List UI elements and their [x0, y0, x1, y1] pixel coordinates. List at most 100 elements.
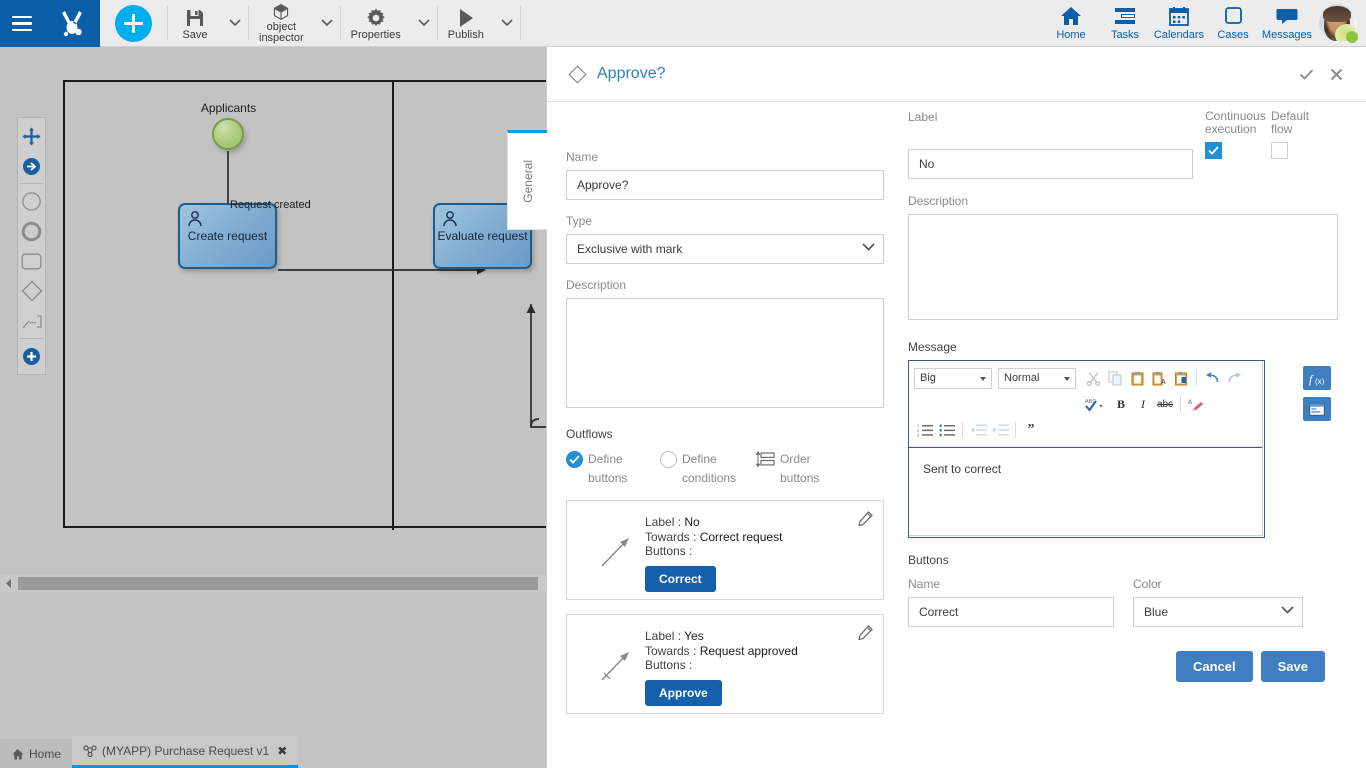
nav-home-label: Home [1056, 29, 1085, 41]
properties-dropdown-caret[interactable] [411, 0, 437, 46]
button-color-value[interactable]: Blue [1133, 597, 1303, 627]
continuous-execution-checkbox[interactable] [1205, 142, 1222, 159]
font-style-select[interactable]: Normal [998, 368, 1076, 389]
outflow-towards-key: Towards : [645, 530, 696, 544]
copy-icon[interactable] [1104, 367, 1126, 389]
blockquote-icon[interactable]: ” [1020, 419, 1042, 441]
properties-button[interactable]: Properties [341, 0, 411, 46]
cut-scissors-icon[interactable] [1082, 367, 1104, 389]
plus-icon[interactable] [115, 5, 152, 42]
properties-label: Properties [351, 30, 401, 41]
outflow-button-approve[interactable]: Approve [645, 680, 722, 706]
add-element-icon[interactable] [18, 341, 45, 371]
remove-format-icon[interactable]: A [1185, 393, 1207, 415]
start-event-circle-icon[interactable] [18, 186, 45, 216]
move-arrows-icon[interactable] [18, 121, 45, 151]
mode-order-buttons[interactable]: Order buttons [756, 450, 846, 488]
scrollbar-thumb[interactable] [18, 577, 538, 590]
add-button-wrap [100, 0, 167, 46]
outflow-towards-value: Request approved [700, 644, 798, 658]
connector-arrow-icon[interactable] [18, 151, 45, 181]
button-name-input[interactable] [908, 597, 1114, 627]
task-rounded-rect-icon[interactable] [18, 246, 45, 276]
mode-define-conditions[interactable]: Define conditions [660, 450, 756, 488]
numbered-list-icon[interactable]: 123 [914, 419, 936, 441]
paste-as-text-icon[interactable]: A [1148, 367, 1170, 389]
publish-dropdown-caret[interactable] [494, 0, 520, 46]
start-event-node[interactable] [212, 118, 244, 150]
type-select[interactable]: Exclusive with mark [566, 234, 884, 264]
outflow-card[interactable]: Label : No Towards : Correct request But… [566, 500, 884, 600]
paste-from-word-icon[interactable] [1170, 367, 1192, 389]
spellcheck-icon[interactable]: ABC [1080, 393, 1110, 415]
button-color-select[interactable]: Blue [1133, 597, 1303, 627]
bottom-tab-purchase-request[interactable]: (MYAPP) Purchase Request v1 ✖ [72, 736, 298, 768]
pencil-icon[interactable] [858, 511, 873, 526]
bulleted-list-icon[interactable] [936, 419, 958, 441]
paste-icon[interactable] [1126, 367, 1148, 389]
cancel-button[interactable]: Cancel [1176, 651, 1253, 682]
scroll-left-icon[interactable] [3, 578, 14, 589]
nav-cases[interactable]: Cases [1206, 0, 1260, 46]
indent-icon[interactable] [989, 419, 1011, 441]
pencil-icon[interactable] [858, 625, 873, 640]
object-inspector-dropdown-caret[interactable] [314, 0, 340, 46]
undo-icon[interactable] [1201, 367, 1223, 389]
italic-icon[interactable]: I [1132, 393, 1154, 415]
label-input[interactable] [908, 149, 1193, 179]
top-nav: Home Tasks Calendars [1044, 0, 1366, 46]
mode-define-buttons[interactable]: Define buttons [566, 450, 660, 488]
default-flow-checkbox[interactable] [1271, 142, 1288, 159]
task-create-request[interactable]: Create request [178, 203, 277, 269]
object-inspector-button[interactable]: object inspector [249, 0, 314, 46]
page-title: Approve? [597, 65, 666, 83]
description-textarea[interactable] [566, 298, 884, 408]
tasks-list-icon [1113, 5, 1137, 27]
bottom-tab-label: (MYAPP) Purchase Request v1 [102, 744, 269, 758]
save-dropdown-caret[interactable] [222, 0, 248, 46]
confirm-check-icon[interactable] [1291, 59, 1321, 89]
name-input[interactable] [566, 170, 884, 200]
save-button[interactable]: Save [1261, 651, 1325, 682]
chevron-down-icon [321, 19, 333, 27]
nav-calendars[interactable]: Calendars [1152, 0, 1206, 46]
redo-icon[interactable] [1223, 367, 1245, 389]
outdent-icon[interactable] [967, 419, 989, 441]
gateway-diamond-icon[interactable] [18, 276, 45, 306]
avatar[interactable] [1314, 0, 1362, 46]
panel-tab-general[interactable]: General [507, 130, 547, 230]
bottom-tab-close-icon[interactable]: ✖ [277, 744, 287, 758]
end-event-circle-icon[interactable] [18, 216, 45, 246]
outflow-button-correct[interactable]: Correct [645, 566, 716, 592]
message-editor-body[interactable]: Sent to correct [909, 447, 1262, 535]
editor-divider [1196, 370, 1197, 386]
chevron-down-icon [418, 19, 430, 27]
save-button[interactable]: Save [168, 0, 222, 46]
nav-home[interactable]: Home [1044, 0, 1098, 46]
right-description-textarea[interactable] [908, 214, 1338, 320]
hamburger-icon[interactable] [12, 16, 32, 31]
continuous-execution-field: Continuous execution [1205, 110, 1259, 159]
type-select-value[interactable]: Exclusive with mark [566, 234, 884, 264]
font-size-value: Big [920, 372, 936, 384]
close-icon[interactable] [1321, 59, 1351, 89]
function-fx-icon[interactable]: f(x) [1303, 366, 1331, 390]
diagram-canvas[interactable]: Applicants Create request Eva [0, 47, 546, 735]
strikethrough-icon[interactable]: abc [1154, 393, 1176, 415]
nav-messages[interactable]: Messages [1260, 0, 1314, 46]
publish-button[interactable]: Publish [438, 0, 494, 46]
nav-cases-label: Cases [1217, 29, 1248, 41]
association-line-icon[interactable] [18, 306, 45, 336]
insert-field-icon[interactable] [1303, 397, 1331, 421]
outflow-card[interactable]: Label : Yes Towards : Request approved B… [566, 614, 884, 714]
font-size-select[interactable]: Big [914, 368, 992, 389]
panel-right-column: Label Continuous execution Default flow … [908, 110, 1348, 682]
bpmn-pool[interactable]: Applicants Create request Eva [63, 80, 546, 528]
task-label: Create request [188, 229, 267, 243]
bold-icon[interactable]: B [1110, 393, 1132, 415]
bizagi-logo-icon[interactable] [55, 9, 89, 39]
canvas-horizontal-scrollbar[interactable] [0, 575, 546, 592]
bottom-tab-home[interactable]: Home [0, 739, 72, 768]
nav-tasks[interactable]: Tasks [1098, 0, 1152, 46]
brand-block [0, 0, 100, 47]
